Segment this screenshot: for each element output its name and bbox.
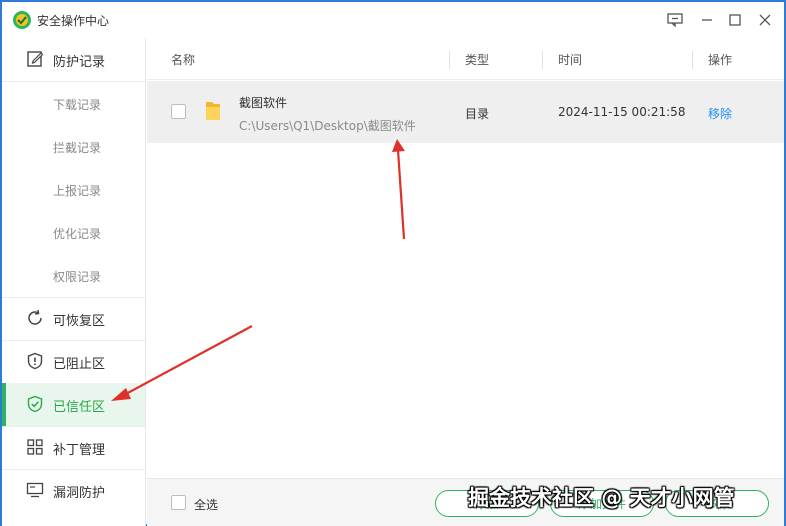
folder-icon — [206, 102, 220, 120]
close-icon — [759, 14, 771, 26]
sidebar-item-label: 可恢复区 — [53, 314, 106, 329]
sidebar-item-label: 下载记录 — [53, 98, 102, 112]
sidebar-item-blocked[interactable]: 已阻止区 — [2, 340, 145, 383]
sidebar-item-label: 已阻止区 — [53, 357, 106, 372]
column-resizer[interactable] — [449, 51, 450, 69]
sidebar: 防护记录 下载记录 拦截记录 上报记录 优化记录 权限记录 可恢复区 已阻止区 … — [2, 38, 146, 526]
file-name: 截图软件 — [239, 96, 288, 110]
minimize-icon — [702, 19, 712, 21]
sidebar-item-patch-management[interactable]: 补丁管理 — [2, 426, 145, 469]
minimize-button[interactable] — [695, 8, 719, 32]
restore-icon — [28, 309, 42, 325]
maximize-icon — [729, 14, 741, 26]
select-all-checkbox[interactable] — [171, 495, 186, 510]
sidebar-item-label: 优化记录 — [53, 227, 102, 241]
select-all-label[interactable]: 全选 — [194, 496, 218, 513]
feedback-button[interactable] — [663, 8, 687, 32]
column-header-action: 操作 — [708, 53, 733, 67]
sidebar-item-label: 漏洞防护 — [53, 486, 106, 501]
maximize-button[interactable] — [723, 8, 747, 32]
sidebar-item-download-log[interactable]: 下载记录 — [2, 82, 145, 125]
monitor-icon — [26, 482, 44, 498]
sidebar-item-label: 防护记录 — [53, 55, 106, 70]
main-panel: 名称 类型 时间 操作 截图软件 C:\Users\Q1\Desktop\截图软… — [147, 38, 784, 526]
grid-icon — [27, 439, 43, 455]
close-button[interactable] — [753, 8, 777, 32]
sidebar-item-label: 权限记录 — [53, 270, 102, 284]
sidebar-item-recoverable[interactable]: 可恢复区 — [2, 297, 145, 340]
sidebar-item-report-log[interactable]: 上报记录 — [2, 168, 145, 211]
edit-icon — [27, 51, 44, 67]
shield-check-icon — [27, 395, 43, 413]
app-logo-icon — [13, 11, 31, 29]
table-header: 名称 类型 时间 操作 — [147, 38, 784, 80]
sidebar-item-label: 上报记录 — [53, 184, 102, 198]
chat-icon — [667, 13, 683, 27]
row-checkbox[interactable] — [171, 104, 186, 119]
sidebar-item-label: 拦截记录 — [53, 141, 102, 155]
column-header-type[interactable]: 类型 — [465, 51, 489, 68]
sidebar-item-permission-log[interactable]: 权限记录 — [2, 254, 145, 297]
shield-alert-icon — [27, 352, 43, 370]
file-path: C:\Users\Q1\Desktop\截图软件 — [239, 119, 416, 133]
title-bar: 安全操作中心 — [2, 2, 784, 38]
file-type: 目录 — [465, 107, 490, 121]
remove-link[interactable]: 移除 — [708, 105, 732, 122]
column-resizer[interactable] — [692, 51, 693, 69]
watermark-text: 掘金技术社区 @ 天才小网管 — [468, 486, 735, 510]
sidebar-item-protection-log[interactable]: 防护记录 — [2, 38, 145, 81]
sidebar-item-intercept-log[interactable]: 拦截记录 — [2, 125, 145, 168]
table-row[interactable]: 截图软件 C:\Users\Q1\Desktop\截图软件 目录 2024-11… — [147, 81, 784, 143]
window-title: 安全操作中心 — [37, 14, 110, 28]
sidebar-item-label: 补丁管理 — [53, 443, 106, 458]
sidebar-item-vulnerability-protection[interactable]: 漏洞防护 — [2, 469, 145, 512]
app-window: 安全操作中心 防护记录 下载记录 拦截记录 上报记录 优化记录 权限记录 可恢复… — [0, 0, 786, 526]
sidebar-item-trusted[interactable]: 已信任区 — [2, 383, 145, 426]
active-indicator — [2, 383, 6, 426]
file-time: 2024-11-15 00:21:58 — [558, 105, 686, 119]
column-header-time[interactable]: 时间 — [558, 51, 582, 68]
column-resizer[interactable] — [542, 51, 543, 69]
column-header-name[interactable]: 名称 — [171, 51, 195, 68]
sidebar-item-optimize-log[interactable]: 优化记录 — [2, 211, 145, 254]
sidebar-item-label: 已信任区 — [53, 400, 106, 415]
